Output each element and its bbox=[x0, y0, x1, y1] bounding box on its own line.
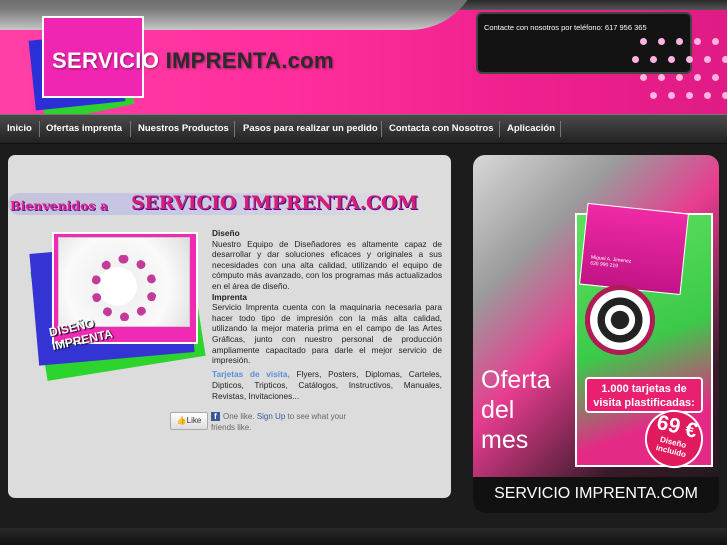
logo-text[interactable]: SERVICIO IMPRENTA.com bbox=[52, 48, 334, 74]
price-offer-box: 1.000 tarjetas de visita plastificadas: bbox=[585, 377, 703, 413]
header: SERVICIO IMPRENTA.com Contacte con nosot… bbox=[0, 0, 727, 114]
business-card-details: Miguel A. Jimenez 630 990 219 bbox=[590, 255, 632, 271]
promo-banner[interactable]: Miguel A. Jimenez 630 990 219 Oferta del… bbox=[473, 155, 719, 513]
facebook-signup-link[interactable]: Sign Up bbox=[257, 412, 285, 421]
nav-separator bbox=[499, 121, 500, 137]
nav-separator bbox=[130, 121, 131, 137]
offer-line3: mes bbox=[481, 426, 529, 454]
business-card-image: Miguel A. Jimenez 630 990 219 bbox=[578, 202, 690, 296]
contact-text: Contacte con nosotros por teléfono: 617 … bbox=[484, 23, 647, 32]
nav-separator bbox=[234, 121, 235, 137]
nav-item-aplicacion[interactable]: Aplicación bbox=[507, 115, 555, 143]
offer-line1: Oferta bbox=[481, 366, 551, 394]
diseno-paragraph: Nuestro Equipo de Diseñadores es altamen… bbox=[212, 238, 442, 291]
bottom-bar bbox=[0, 528, 727, 545]
design-image: DISEÑO IMPRENTA bbox=[28, 229, 210, 381]
facebook-icon: f bbox=[211, 412, 220, 422]
diseno-heading: Diseño bbox=[212, 228, 240, 238]
nav-separator bbox=[381, 121, 382, 137]
services-description: Diseño Nuestro Equipo de Diseñadores es … bbox=[212, 228, 442, 366]
main-nav: Inicio Ofertas imprenta Nuestros Product… bbox=[0, 114, 727, 144]
nav-separator bbox=[39, 121, 40, 137]
facebook-like-text: f One like. Sign Up to see what your frie… bbox=[211, 412, 371, 433]
offer-line2: del bbox=[481, 396, 515, 424]
imprenta-paragraph: Servicio Imprenta cuenta con la maquinar… bbox=[212, 302, 442, 366]
thumbs-up-icon: 👍 bbox=[176, 416, 187, 425]
brand-part1: SERVICIO bbox=[52, 48, 160, 73]
nav-item-ofertas[interactable]: Ofertas imprenta bbox=[46, 115, 122, 143]
tarjetas-link[interactable]: Tarjetas de visita, bbox=[212, 369, 290, 379]
imprenta-heading: Imprenta bbox=[212, 291, 248, 302]
nav-item-contacta[interactable]: Contacta con Nosotros bbox=[389, 115, 494, 143]
welcome-banner: Bienvenidos a SERVICIO IMPRENTA.COM bbox=[8, 189, 438, 219]
welcome-brand: SERVICIO IMPRENTA.COM bbox=[131, 192, 418, 214]
colored-pencils-photo bbox=[58, 237, 190, 327]
like-label: Like bbox=[186, 416, 202, 425]
nav-item-pasos[interactable]: Pasos para realizar un pedido bbox=[243, 115, 378, 143]
promo-footer: SERVICIO IMPRENTA.COM bbox=[473, 477, 719, 513]
pencil-ring bbox=[91, 255, 157, 321]
nav-item-inicio[interactable]: Inicio bbox=[7, 115, 32, 143]
facebook-like-button[interactable]: 👍Like bbox=[170, 412, 208, 430]
offer-of-month: Oferta del mes bbox=[481, 365, 550, 455]
products-list: Tarjetas de visita, Flyers, Posters, Dip… bbox=[15, 369, 442, 402]
decorative-dots bbox=[630, 36, 727, 112]
nav-separator bbox=[560, 121, 561, 137]
fb-text-before: One like. bbox=[223, 412, 255, 421]
brand-part2: IMPRENTA.com bbox=[165, 48, 334, 73]
nav-item-productos[interactable]: Nuestros Productos bbox=[138, 115, 229, 143]
welcome-prefix: Bienvenidos a bbox=[10, 198, 108, 213]
decorative-circles bbox=[585, 285, 655, 355]
